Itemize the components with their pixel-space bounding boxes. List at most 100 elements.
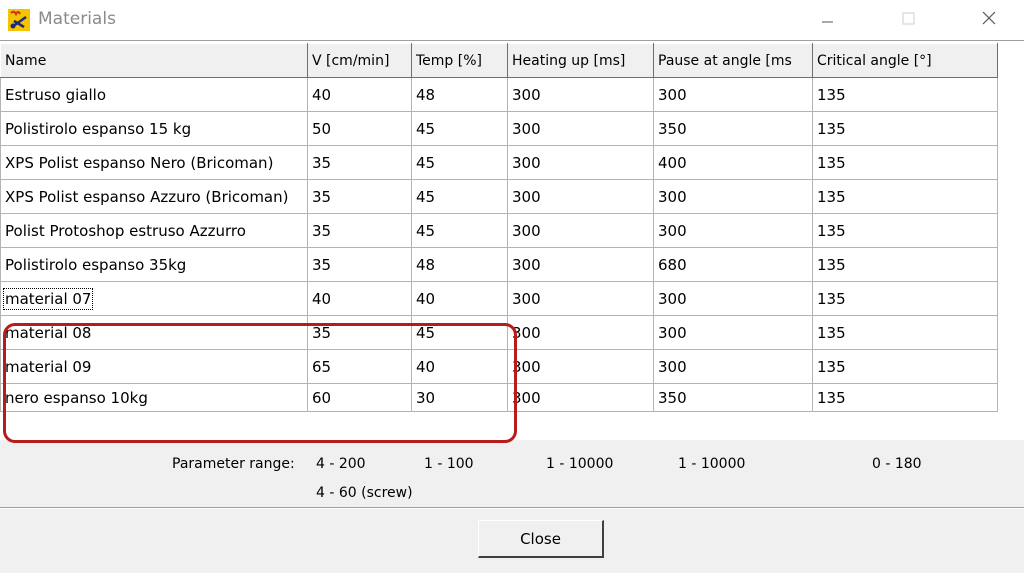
- materials-grid[interactable]: Name V [cm/min] Temp [%] Heating up [ms]…: [0, 40, 1024, 443]
- cell-speed[interactable]: 40: [307, 281, 412, 316]
- cell-heating[interactable]: 300: [507, 213, 654, 248]
- table-row[interactable]: material 09 65 40 300 300 135: [0, 349, 998, 384]
- table-row[interactable]: Polistirolo espanso 35kg 35 48 300 680 135: [0, 247, 998, 282]
- cell-text: 40: [312, 289, 332, 308]
- table-row[interactable]: Estruso giallo 40 48 300 300 135: [0, 77, 998, 112]
- cell-critical-angle[interactable]: 135: [812, 383, 998, 412]
- cell-temp[interactable]: 45: [411, 315, 508, 350]
- maximize-button[interactable]: [885, 0, 931, 40]
- cell-name[interactable]: Estruso giallo: [0, 77, 308, 112]
- cell-critical-angle[interactable]: 135: [812, 213, 998, 248]
- cell-name[interactable]: Polist Protoshop estruso Azzurro: [0, 213, 308, 248]
- close-button[interactable]: Close: [478, 520, 604, 558]
- cell-text: 45: [416, 187, 436, 206]
- cell-text: material 08: [5, 323, 92, 342]
- cell-temp[interactable]: 45: [411, 145, 508, 180]
- cell-critical-angle[interactable]: 135: [812, 315, 998, 350]
- cell-heating[interactable]: 300: [507, 349, 654, 384]
- cell-speed[interactable]: 35: [307, 247, 412, 282]
- cell-name[interactable]: material 09: [0, 349, 308, 384]
- cell-text: XPS Polist espanso Azzuro (Bricoman): [5, 187, 289, 206]
- cell-critical-angle[interactable]: 135: [812, 111, 998, 146]
- cell-pause[interactable]: 680: [653, 247, 813, 282]
- cell-speed[interactable]: 60: [307, 383, 412, 412]
- close-window-button[interactable]: [966, 0, 1012, 40]
- table-row[interactable]: nero espanso 10kg 60 30 300 350 135: [0, 383, 998, 412]
- cell-text: 135: [817, 85, 846, 104]
- cell-temp[interactable]: 48: [411, 77, 508, 112]
- cell-heating[interactable]: 300: [507, 383, 654, 412]
- cell-heating[interactable]: 300: [507, 145, 654, 180]
- cell-text: 40: [312, 85, 332, 104]
- cell-name[interactable]: material 08: [0, 315, 308, 350]
- column-header-critical-angle[interactable]: Critical angle [°]: [812, 43, 998, 78]
- cell-text: 135: [817, 255, 846, 274]
- column-header-speed[interactable]: V [cm/min]: [307, 43, 412, 78]
- cell-critical-angle[interactable]: 135: [812, 145, 998, 180]
- cell-heating[interactable]: 300: [507, 281, 654, 316]
- cell-pause[interactable]: 350: [653, 111, 813, 146]
- table-row[interactable]: XPS Polist espanso Nero (Bricoman) 35 45 30…: [0, 145, 998, 180]
- cell-speed[interactable]: 40: [307, 77, 412, 112]
- column-header-name[interactable]: Name: [0, 43, 308, 78]
- cell-heating[interactable]: 300: [507, 315, 654, 350]
- cell-pause[interactable]: 350: [653, 383, 813, 412]
- materials-table: Name V [cm/min] Temp [%] Heating up [ms]…: [0, 43, 998, 412]
- cell-text: 135: [817, 388, 846, 407]
- cell-temp[interactable]: 45: [411, 111, 508, 146]
- cell-name[interactable]: Polistirolo espanso 15 kg: [0, 111, 308, 146]
- table-row[interactable]: Polist Protoshop estruso Azzurro 35 45 300 3…: [0, 213, 998, 248]
- cell-text: 40: [416, 357, 436, 376]
- cell-pause[interactable]: 300: [653, 315, 813, 350]
- cell-pause[interactable]: 300: [653, 349, 813, 384]
- cell-heating[interactable]: 300: [507, 77, 654, 112]
- cell-pause[interactable]: 300: [653, 281, 813, 316]
- cell-temp[interactable]: 48: [411, 247, 508, 282]
- cell-heating[interactable]: 300: [507, 179, 654, 214]
- cell-speed[interactable]: 35: [307, 213, 412, 248]
- cell-temp[interactable]: 45: [411, 213, 508, 248]
- cell-temp[interactable]: 45: [411, 179, 508, 214]
- cell-critical-angle[interactable]: 135: [812, 247, 998, 282]
- cell-name[interactable]: Polistirolo espanso 35kg: [0, 247, 308, 282]
- table-row[interactable]: Polistirolo espanso 15 kg 50 45 300 350 135: [0, 111, 998, 146]
- cell-heating[interactable]: 300: [507, 247, 654, 282]
- cell-pause[interactable]: 300: [653, 77, 813, 112]
- cell-speed[interactable]: 50: [307, 111, 412, 146]
- cell-text: 45: [416, 323, 436, 342]
- cell-temp[interactable]: 30: [411, 383, 508, 412]
- cell-speed[interactable]: 35: [307, 179, 412, 214]
- table-row[interactable]: material 07 40 40 300 300 135: [0, 281, 998, 316]
- table-row[interactable]: material 08 35 45 300 300 135: [0, 315, 998, 350]
- cell-text: 300: [512, 357, 541, 376]
- column-header-heating[interactable]: Heating up [ms]: [507, 43, 654, 78]
- cell-pause[interactable]: 300: [653, 179, 813, 214]
- cell-name[interactable]: nero espanso 10kg: [0, 383, 308, 412]
- cell-text: 30: [416, 388, 436, 407]
- cell-heating[interactable]: 300: [507, 111, 654, 146]
- cell-name[interactable]: material 07: [0, 281, 308, 316]
- column-header-temp[interactable]: Temp [%]: [411, 43, 508, 78]
- cell-text: 300: [658, 357, 687, 376]
- cell-pause[interactable]: 300: [653, 213, 813, 248]
- column-header-pause[interactable]: Pause at angle [ms: [653, 43, 813, 78]
- cell-temp[interactable]: 40: [411, 349, 508, 384]
- cell-name[interactable]: XPS Polist espanso Azzuro (Bricoman): [0, 179, 308, 214]
- cell-pause[interactable]: 400: [653, 145, 813, 180]
- cell-temp[interactable]: 40: [411, 281, 508, 316]
- cell-text: 350: [658, 388, 687, 407]
- cell-critical-angle[interactable]: 135: [812, 349, 998, 384]
- cell-name[interactable]: XPS Polist espanso Nero (Bricoman): [0, 145, 308, 180]
- title-bar[interactable]: Materials: [0, 0, 1024, 40]
- cell-speed[interactable]: 35: [307, 315, 412, 350]
- table-row[interactable]: XPS Polist espanso Azzuro (Bricoman) 35 45…: [0, 179, 998, 214]
- cell-text: 300: [658, 85, 687, 104]
- cell-speed[interactable]: 35: [307, 145, 412, 180]
- cell-text: 680: [658, 255, 687, 274]
- cell-text: 48: [416, 255, 436, 274]
- cell-critical-angle[interactable]: 135: [812, 179, 998, 214]
- minimize-button[interactable]: [804, 0, 850, 40]
- cell-critical-angle[interactable]: 135: [812, 77, 998, 112]
- cell-critical-angle[interactable]: 135: [812, 281, 998, 316]
- cell-speed[interactable]: 65: [307, 349, 412, 384]
